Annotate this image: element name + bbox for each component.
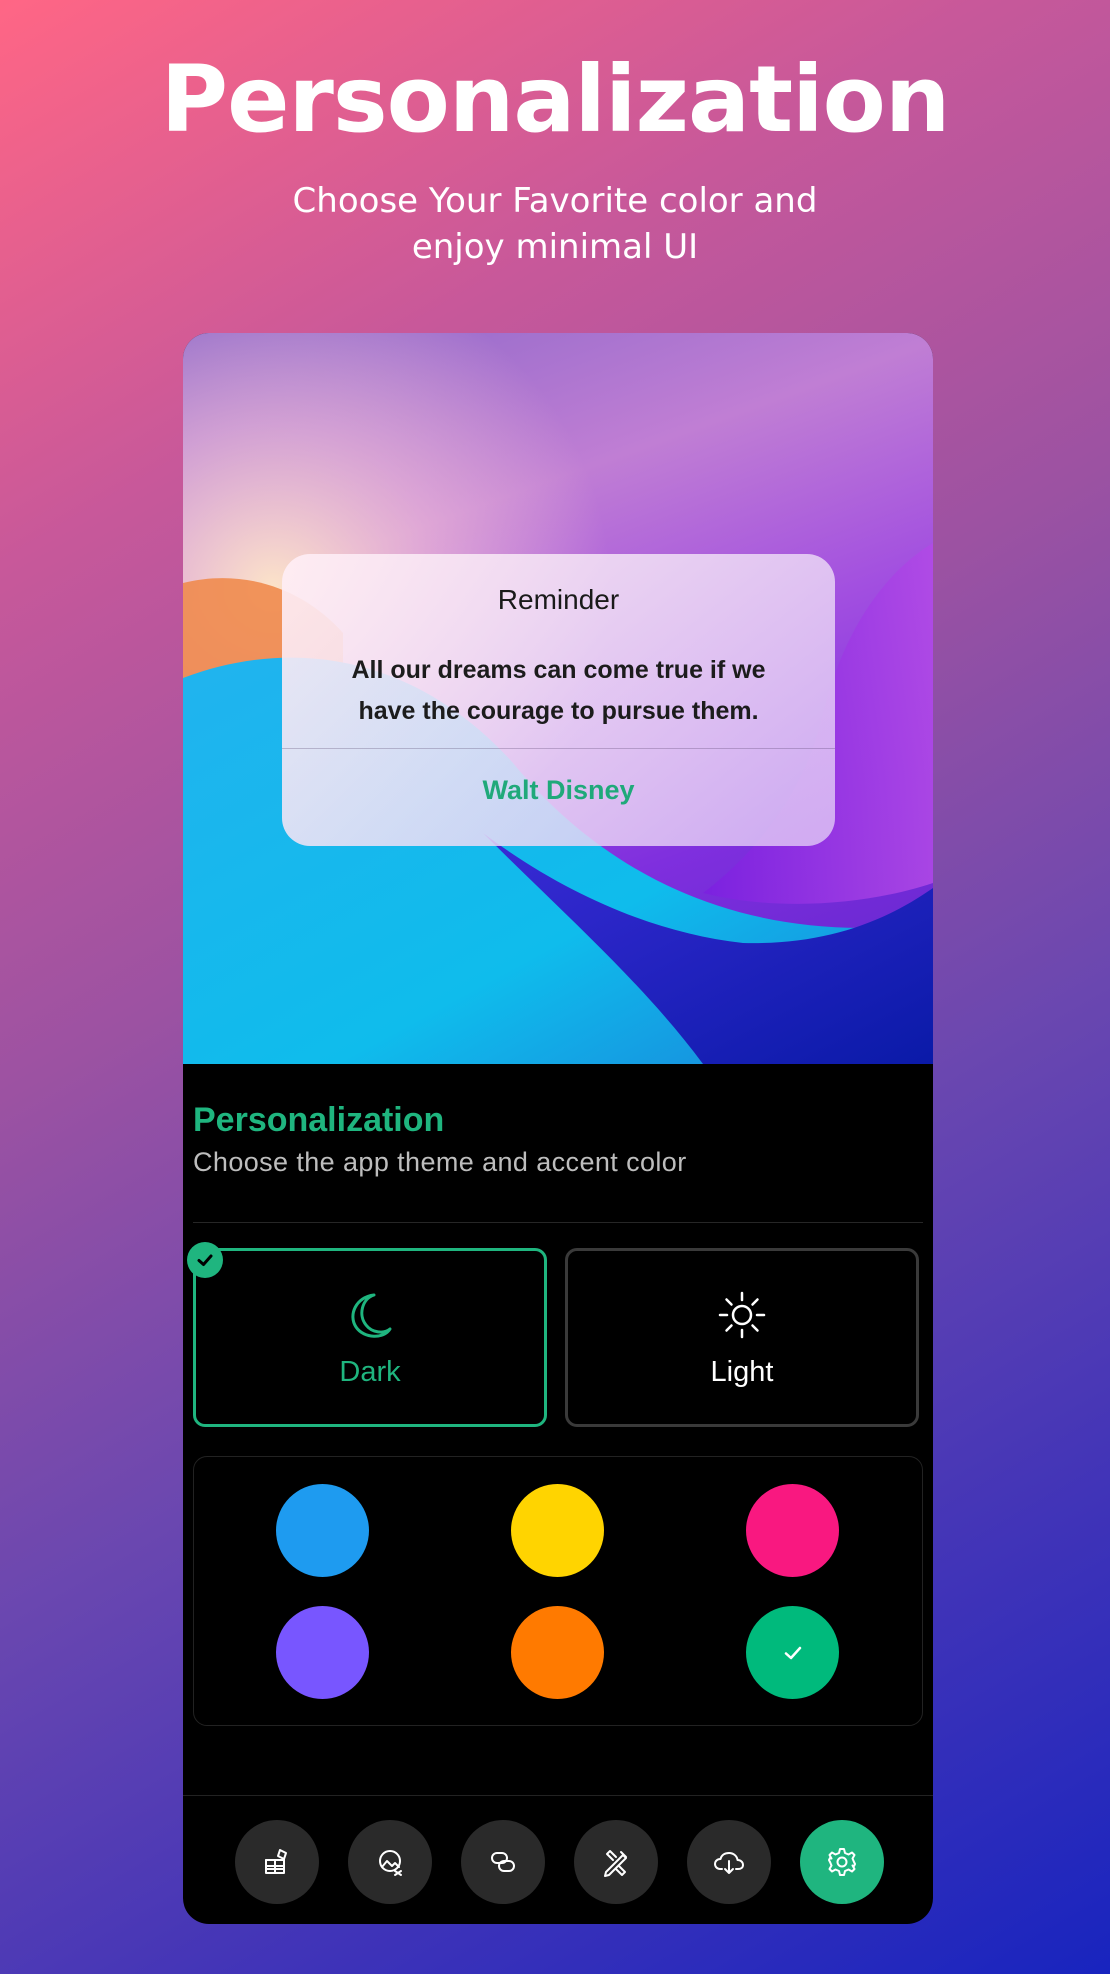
dialog-action-button[interactable]: Walt Disney — [282, 775, 835, 806]
bottom-nav-divider — [183, 1795, 933, 1796]
section-divider — [193, 1222, 923, 1223]
nav-cloud-download-button[interactable] — [687, 1820, 771, 1904]
checkmark-icon — [784, 1646, 801, 1659]
theme-label-light: Light — [710, 1356, 774, 1388]
cloud-download-icon — [714, 1852, 744, 1874]
selected-check-icon — [187, 1242, 223, 1278]
accent-color-palette — [193, 1456, 923, 1726]
accent-color-pink[interactable] — [746, 1484, 839, 1577]
nav-link-button[interactable] — [461, 1820, 545, 1904]
design-tools-icon — [604, 1850, 627, 1877]
accent-color-blue[interactable] — [276, 1484, 369, 1577]
dialog-divider — [282, 748, 835, 749]
theme-option-dark[interactable]: Dark — [193, 1248, 547, 1427]
moon-icon — [196, 1289, 544, 1341]
page-headline: Personalization — [160, 46, 951, 153]
link-icon — [491, 1852, 515, 1872]
theme-option-light[interactable]: Light — [565, 1248, 919, 1427]
phone-screen: Reminder All our dreams can come true if… — [183, 333, 933, 1924]
page-subheadline: Choose Your Favorite color and enjoy min… — [292, 181, 818, 267]
sun-icon — [568, 1289, 916, 1341]
dialog-title: Reminder — [497, 584, 620, 615]
theme-label-dark: Dark — [339, 1356, 401, 1388]
nav-design-tools-button[interactable] — [574, 1820, 658, 1904]
settings-gear-icon — [828, 1848, 856, 1876]
widgets-icon — [265, 1849, 287, 1874]
accent-color-orange[interactable] — [511, 1606, 604, 1699]
accent-color-purple[interactable] — [276, 1606, 369, 1699]
dialog-message: All our dreams can come true if we have … — [351, 656, 766, 725]
nav-widgets-button[interactable] — [235, 1820, 319, 1904]
nav-wallpaper-button[interactable] — [348, 1820, 432, 1904]
section-title: Personalization — [193, 1101, 445, 1139]
nav-settings-button[interactable] — [800, 1820, 884, 1904]
accent-color-green[interactable] — [746, 1606, 839, 1699]
wallpaper-icon — [379, 1850, 402, 1876]
wallpaper-image: Reminder All our dreams can come true if… — [183, 333, 933, 1064]
bottom-navigation — [183, 1820, 933, 1904]
reminder-dialog: Reminder All our dreams can come true if… — [282, 554, 835, 846]
accent-color-yellow[interactable] — [511, 1484, 604, 1577]
section-subtitle: Choose the app theme and accent color — [193, 1147, 687, 1177]
